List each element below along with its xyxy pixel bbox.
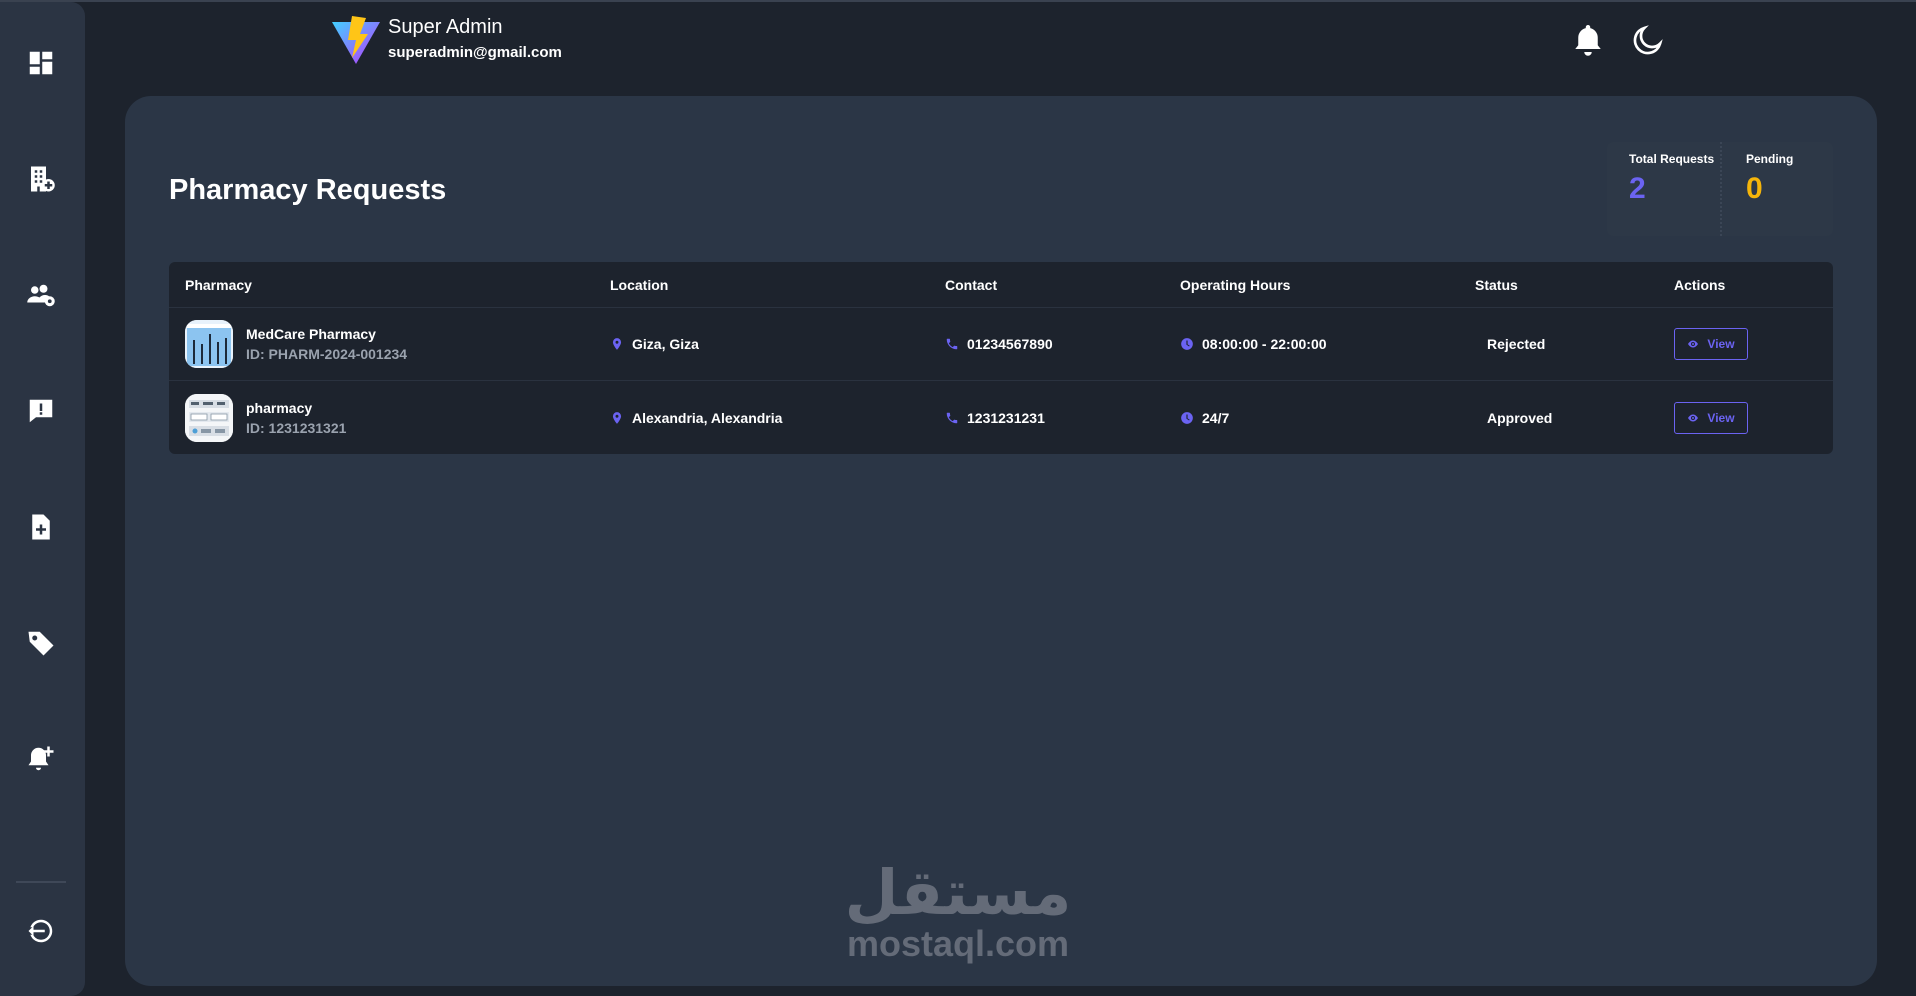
dashboard-icon[interactable] [24, 46, 58, 80]
contact-cell: 01234567890 [945, 336, 1053, 352]
bell-icon[interactable] [1570, 22, 1606, 58]
stat-pending-value: 0 [1746, 172, 1833, 206]
pharmacy-cell: pharmacy ID: 1231231321 [185, 394, 346, 442]
moon-icon[interactable] [1630, 22, 1666, 58]
phone-icon [945, 411, 959, 425]
message-alert-icon[interactable] [24, 394, 58, 428]
view-button[interactable]: View [1674, 328, 1748, 360]
hours-cell: 24/7 [1180, 410, 1229, 426]
actions-cell: View [1674, 328, 1748, 360]
logout-icon[interactable] [24, 914, 58, 948]
table-row[interactable]: pharmacy ID: 1231231321 Alexandria, Alex… [169, 381, 1833, 454]
stat-total-label: Total Requests [1629, 152, 1720, 166]
vite-logo-icon [330, 14, 382, 66]
stat-pending-label: Pending [1746, 152, 1833, 166]
eye-icon [1687, 412, 1699, 424]
table-row[interactable]: MedCare Pharmacy ID: PHARM-2024-001234 G… [169, 308, 1833, 381]
bell-plus-icon[interactable] [24, 742, 58, 776]
pharmacy-requests-table: Pharmacy Location Contact Operating Hour… [169, 262, 1833, 454]
view-button[interactable]: View [1674, 402, 1748, 434]
column-header-contact[interactable]: Contact [945, 277, 997, 293]
pharmacy-thumbnail [185, 320, 233, 368]
map-pin-icon [610, 411, 624, 425]
mostaql-watermark: مستقل mostaql.com [840, 862, 1076, 962]
stat-total-value: 2 [1629, 172, 1720, 206]
stat-total-requests: Total Requests 2 [1607, 142, 1720, 236]
pharmacy-name: pharmacy [246, 400, 346, 416]
contact-cell: 1231231231 [945, 410, 1045, 426]
clock-icon [1180, 411, 1194, 425]
pharmacy-name: MedCare Pharmacy [246, 326, 407, 342]
pharmacy-thumbnail [185, 394, 233, 442]
clock-icon [1180, 337, 1194, 351]
stats-card: Total Requests 2 Pending 0 [1607, 142, 1833, 236]
column-header-pharmacy[interactable]: Pharmacy [185, 277, 252, 293]
pharmacy-cell: MedCare Pharmacy ID: PHARM-2024-001234 [185, 320, 407, 368]
medical-file-icon[interactable] [24, 510, 58, 544]
user-profile[interactable]: Super Admin superadmin@gmail.com [330, 14, 562, 66]
location-cell: Alexandria, Alexandria [610, 410, 782, 426]
hospital-building-icon[interactable] [24, 162, 58, 196]
users-settings-icon[interactable] [24, 278, 58, 312]
hours-text: 08:00:00 - 22:00:00 [1202, 336, 1327, 352]
sidebar [0, 2, 85, 996]
location-text: Alexandria, Alexandria [632, 410, 782, 426]
location-text: Giza, Giza [632, 336, 699, 352]
contact-text: 1231231231 [967, 410, 1045, 426]
main-panel: Pharmacy Requests Total Requests 2 Pendi… [125, 96, 1877, 986]
page-title: Pharmacy Requests [169, 174, 446, 207]
location-cell: Giza, Giza [610, 336, 699, 352]
view-button-label: View [1707, 337, 1734, 351]
view-button-label: View [1707, 411, 1734, 425]
pharmacy-id: ID: PHARM-2024-001234 [246, 346, 407, 362]
watermark-arabic: مستقل [840, 862, 1076, 924]
column-header-actions: Actions [1674, 277, 1725, 293]
map-pin-icon [610, 337, 624, 351]
sidebar-divider [16, 881, 66, 883]
contact-text: 01234567890 [967, 336, 1053, 352]
user-email: superadmin@gmail.com [388, 44, 562, 61]
pharmacy-id: ID: 1231231321 [246, 420, 346, 436]
hours-cell: 08:00:00 - 22:00:00 [1180, 336, 1327, 352]
phone-icon [945, 337, 959, 351]
watermark-latin: mostaql.com [840, 926, 1076, 962]
eye-icon [1687, 338, 1699, 350]
hours-text: 24/7 [1202, 410, 1229, 426]
column-header-status[interactable]: Status [1475, 277, 1518, 293]
app-window: Super Admin superadmin@gmail.com Pharmac… [0, 0, 1916, 994]
column-header-location[interactable]: Location [610, 277, 668, 293]
stat-pending: Pending 0 [1720, 142, 1833, 236]
column-header-hours[interactable]: Operating Hours [1180, 277, 1290, 293]
status-badge: Approved [1487, 410, 1552, 426]
tag-icon[interactable] [24, 626, 58, 660]
user-name: Super Admin [388, 14, 562, 40]
status-badge: Rejected [1487, 336, 1545, 352]
actions-cell: View [1674, 402, 1748, 434]
table-header: Pharmacy Location Contact Operating Hour… [169, 262, 1833, 308]
